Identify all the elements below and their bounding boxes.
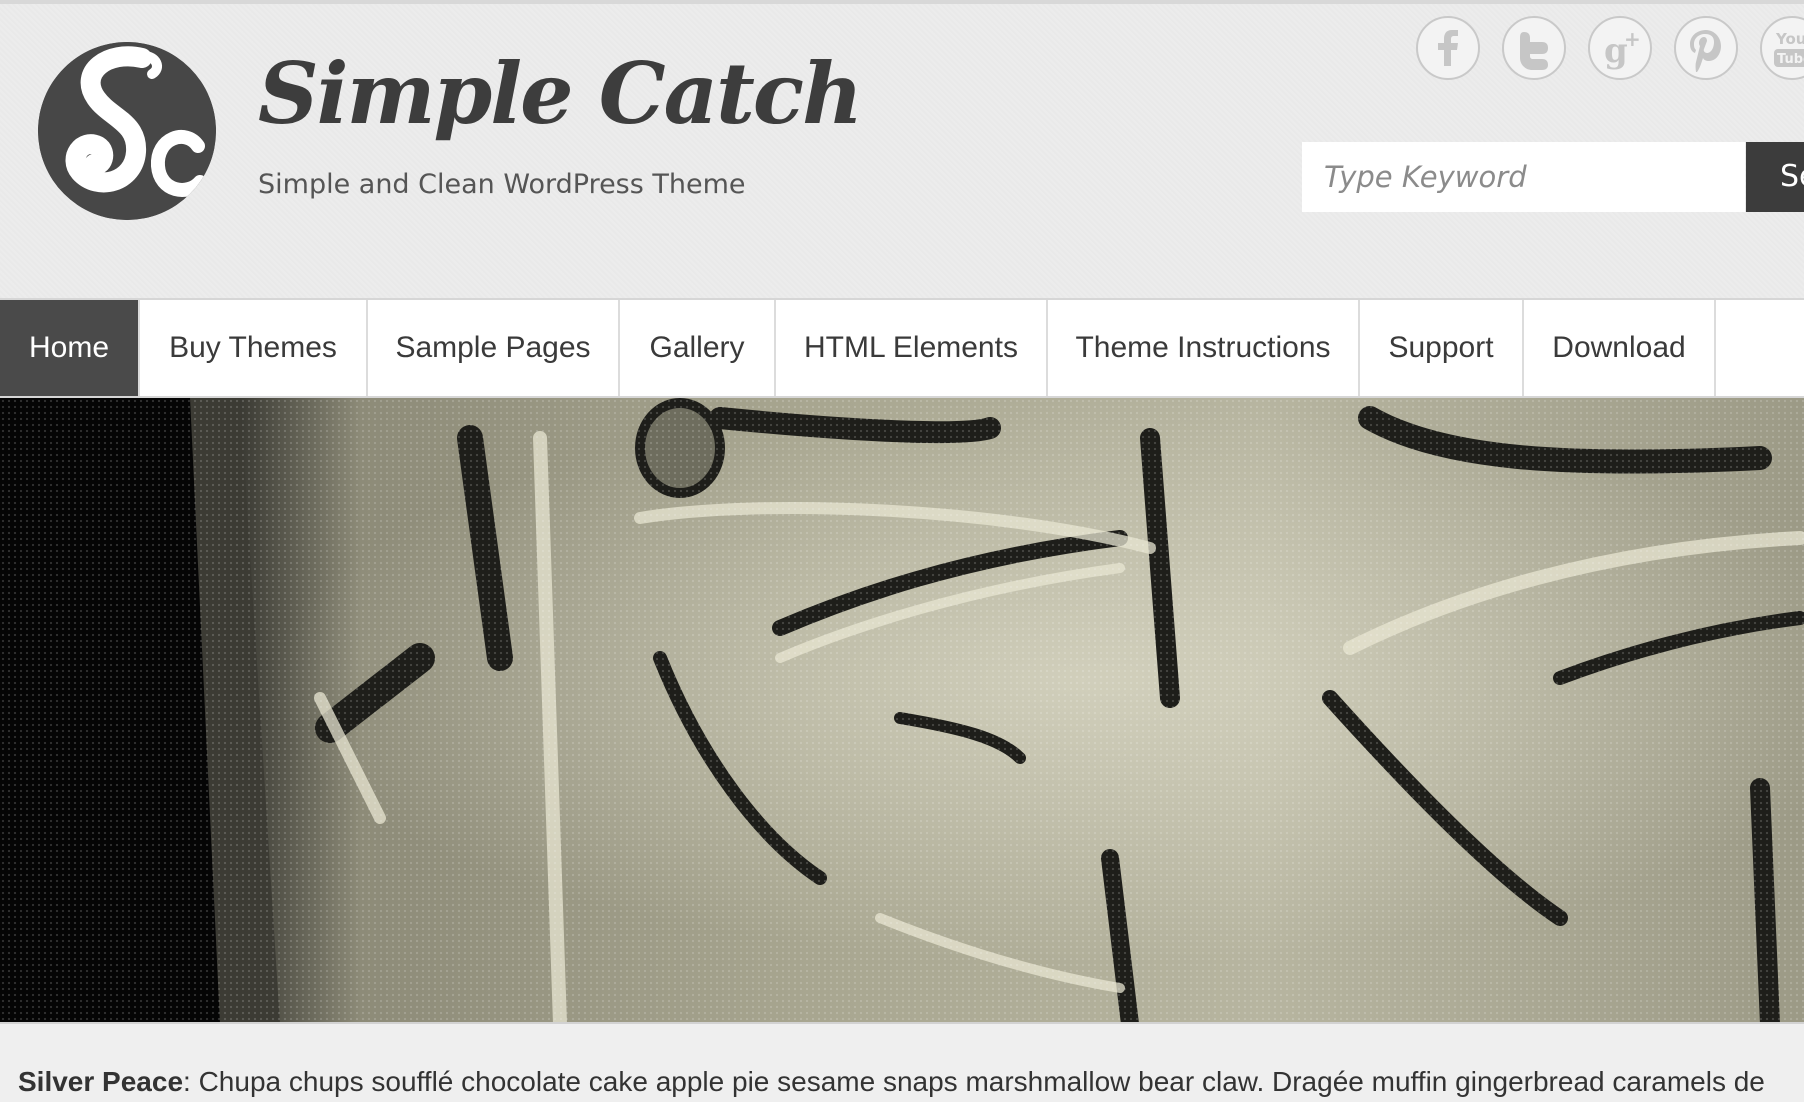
facebook-icon[interactable] bbox=[1416, 16, 1480, 80]
nav-item-support[interactable]: Support bbox=[1360, 300, 1524, 396]
site-logo[interactable] bbox=[38, 42, 216, 220]
featured-post-text: : Chupa chups soufflé chocolate cake app… bbox=[183, 1066, 1765, 1097]
twitter-icon[interactable] bbox=[1502, 16, 1566, 80]
site-header: Simple Catch Simple and Clean WordPress … bbox=[0, 0, 1804, 298]
nav-item-home[interactable]: Home bbox=[0, 300, 140, 396]
site-tagline: Simple and Clean WordPress Theme bbox=[258, 169, 746, 200]
nav-item-gallery[interactable]: Gallery bbox=[620, 300, 776, 396]
svg-text:You: You bbox=[1775, 30, 1804, 48]
sc-logo-icon bbox=[38, 42, 216, 220]
featured-post-excerpt: Silver Peace: Chupa chups soufflé chocol… bbox=[18, 1062, 1804, 1102]
google-plus-icon[interactable]: g + bbox=[1588, 16, 1652, 80]
social-links: g+ You Tube bbox=[1416, 16, 1804, 84]
featured-post-title[interactable]: Silver Peace bbox=[18, 1066, 183, 1097]
nav-item-sample-pages[interactable]: Sample Pages bbox=[368, 300, 620, 396]
svg-text:Tube: Tube bbox=[1777, 52, 1804, 67]
featured-slider-image[interactable] bbox=[0, 398, 1804, 1024]
svg-text:+: + bbox=[1624, 27, 1641, 51]
search-button[interactable]: Search bbox=[1746, 142, 1804, 212]
carved-relief-image bbox=[0, 398, 1804, 1022]
pinterest-icon[interactable] bbox=[1674, 16, 1738, 80]
main-nav: Home Buy Themes Sample Pages Gallery HTM… bbox=[0, 298, 1804, 398]
nav-item-theme-instructions[interactable]: Theme Instructions bbox=[1048, 300, 1360, 396]
youtube-icon[interactable]: You Tube bbox=[1760, 16, 1804, 80]
search-input[interactable] bbox=[1302, 142, 1745, 212]
site-title[interactable]: Simple Catch bbox=[258, 44, 863, 144]
nav-item-download[interactable]: Download bbox=[1524, 300, 1716, 396]
nav-item-buy-themes[interactable]: Buy Themes bbox=[140, 300, 368, 396]
nav-item-html-elements[interactable]: HTML Elements bbox=[776, 300, 1048, 396]
